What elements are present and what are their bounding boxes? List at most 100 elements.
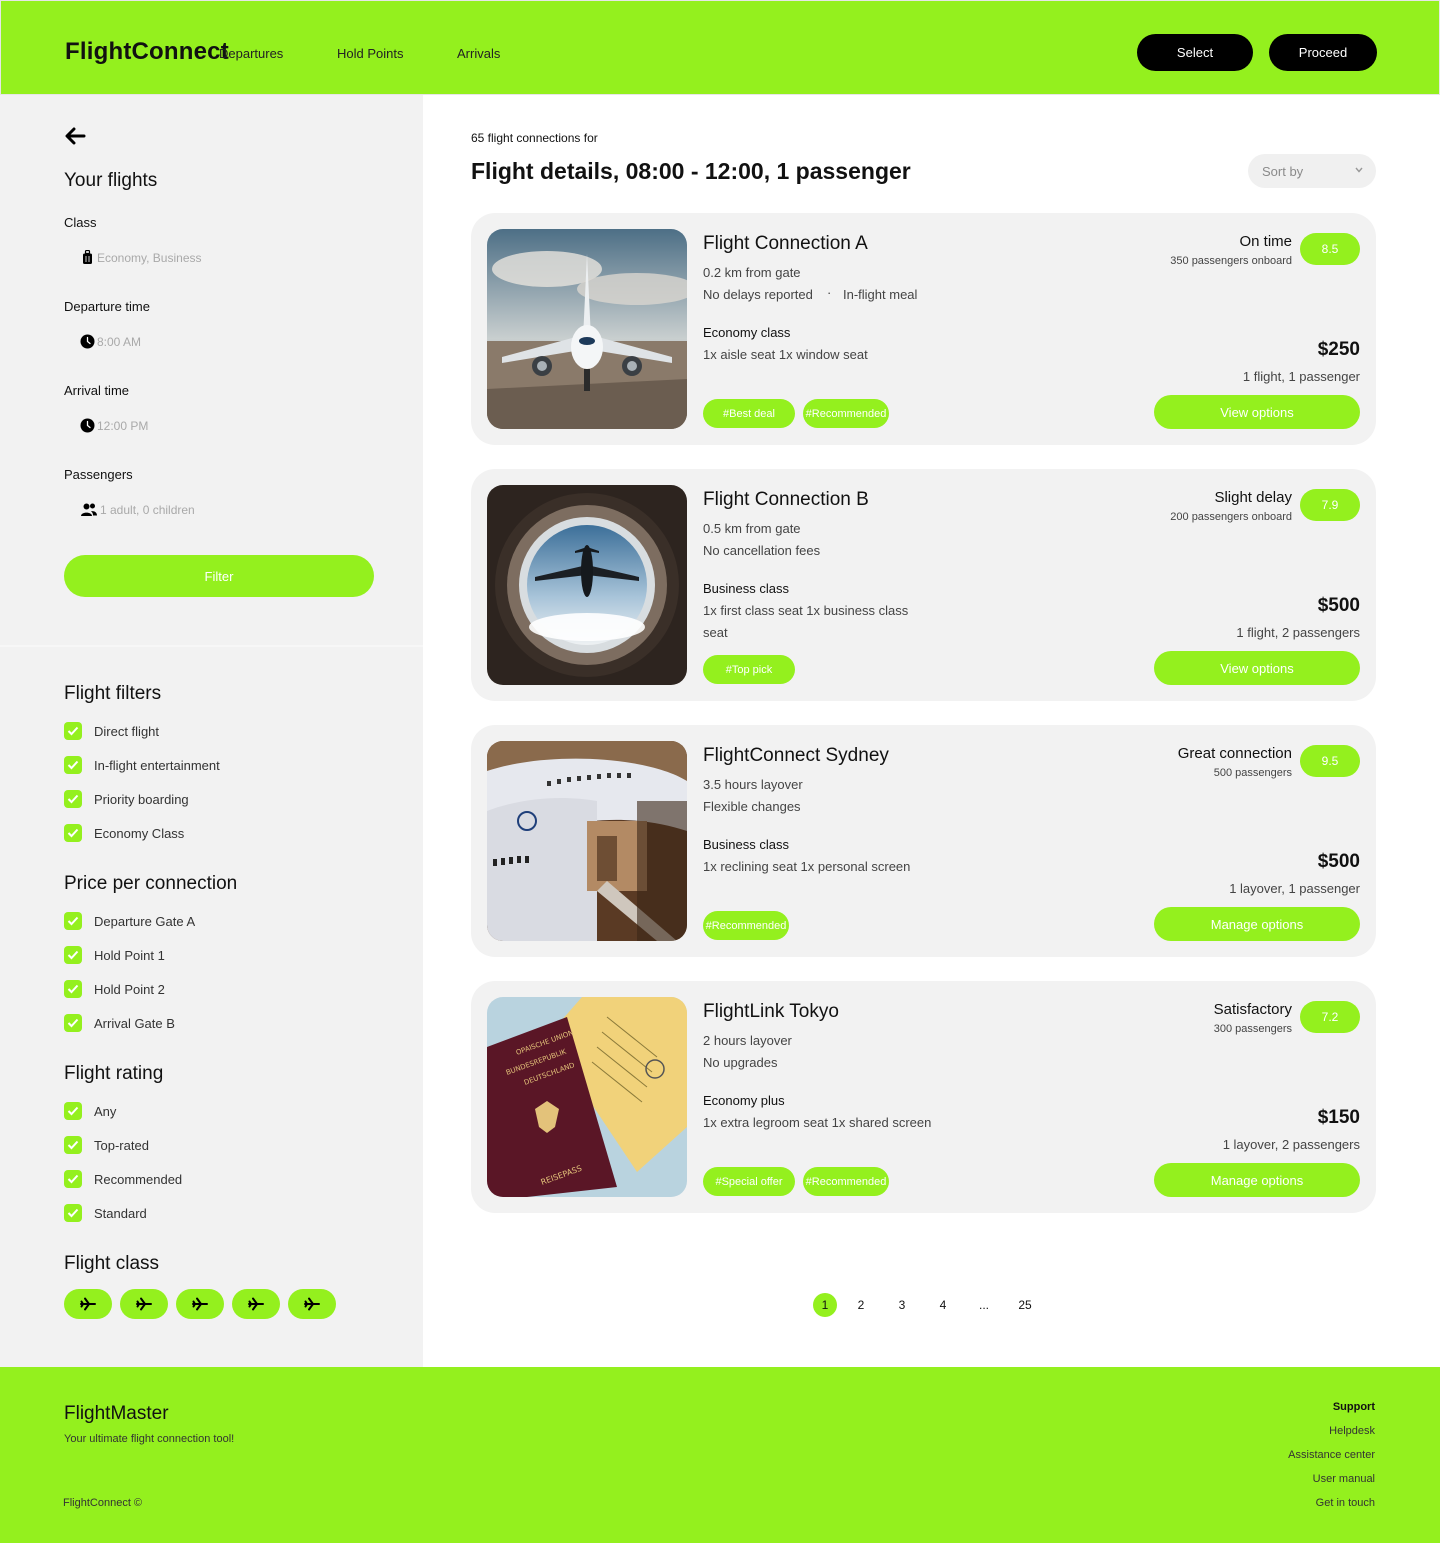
flight-card[interactable]: Flight Connection A 0.2 km from gate No … — [471, 213, 1376, 445]
tag-badge[interactable]: #Recommended — [803, 1167, 889, 1196]
footer-link-get-in-touch[interactable]: Get in touch — [1316, 1497, 1375, 1509]
flight-title[interactable]: FlightConnect Sydney — [703, 745, 889, 767]
plane-icon — [248, 1297, 264, 1311]
clock-icon — [80, 334, 95, 349]
luggage-icon — [83, 250, 92, 264]
filter-in-flight-entertainment[interactable]: In-flight entertainment — [64, 756, 220, 774]
page-4[interactable]: 4 — [931, 1293, 955, 1317]
passengers-value: 1 adult, 0 children — [100, 502, 195, 517]
class-input[interactable]: Economy, Business — [80, 250, 202, 265]
filter-hold-point-2[interactable]: Hold Point 2 — [64, 980, 165, 998]
flight-title[interactable]: Flight Connection A — [703, 233, 868, 255]
seat-description: 1x reclining seat 1x personal screen — [703, 859, 911, 874]
arrival-time-value: 12:00 PM — [97, 418, 149, 433]
price-note: 1 flight, 1 passenger — [1242, 369, 1360, 384]
seat-description: 1x first class seat 1x business class — [703, 603, 909, 618]
checkbox-checked-icon[interactable] — [64, 1136, 82, 1154]
flight-class-option-3[interactable] — [176, 1289, 224, 1319]
page-25[interactable]: 25 — [1013, 1293, 1037, 1317]
plane-icon — [136, 1297, 152, 1311]
flight-class-option-4[interactable] — [232, 1289, 280, 1319]
logo[interactable]: FlightConnect — [65, 38, 229, 66]
proceed-button[interactable]: Proceed — [1269, 34, 1377, 71]
nav-arrivals[interactable]: Arrivals — [457, 46, 500, 61]
filter-economy-class[interactable]: Economy Class — [64, 824, 184, 842]
departure-time-input[interactable]: 8:00 AM — [80, 334, 141, 349]
checkbox-checked-icon[interactable] — [64, 1014, 82, 1032]
changes-text: Flexible changes — [703, 799, 801, 814]
checkbox-checked-icon[interactable] — [64, 722, 82, 740]
checkbox-checked-icon[interactable] — [64, 912, 82, 930]
departure-time-value: 8:00 AM — [97, 334, 142, 349]
checkbox-checked-icon[interactable] — [64, 756, 82, 774]
checkbox-checked-icon[interactable] — [64, 980, 82, 998]
nav-departures[interactable]: Departures — [219, 46, 283, 61]
filter-button[interactable]: Filter — [64, 555, 374, 597]
tag-badge[interactable]: #Recommended — [703, 911, 789, 940]
delay-text: No delays reported — [703, 287, 813, 302]
flight-title[interactable]: Flight Connection B — [703, 489, 869, 511]
flight-card[interactable]: Flight Connection B 0.5 km from gate No … — [471, 469, 1376, 701]
page-3[interactable]: 3 — [890, 1293, 914, 1317]
checkbox-checked-icon[interactable] — [64, 824, 82, 842]
manage-options-button[interactable]: Manage options — [1154, 1163, 1360, 1197]
your-flights-heading: Your flights — [64, 170, 158, 191]
seat-description: 1x aisle seat 1x window seat — [703, 347, 868, 362]
rating-standard[interactable]: Standard — [64, 1204, 147, 1222]
filter-label: Hold Point 1 — [94, 947, 165, 963]
tag-badge[interactable]: #Recommended — [803, 399, 889, 428]
class-title: Economy class — [703, 325, 791, 340]
rating-label: Any — [94, 1103, 117, 1119]
view-options-button[interactable]: View options — [1154, 395, 1360, 429]
view-options-button[interactable]: View options — [1154, 651, 1360, 685]
footer-link-helpdesk[interactable]: Helpdesk — [1329, 1425, 1375, 1437]
people-icon — [81, 503, 97, 516]
arrival-time-label: Arrival time — [64, 383, 130, 398]
filter-direct-flight[interactable]: Direct flight — [64, 722, 159, 740]
filter-priority-boarding[interactable]: Priority boarding — [64, 790, 189, 808]
filter-label: Economy Class — [94, 825, 185, 841]
footer-link-user-manual[interactable]: User manual — [1313, 1473, 1375, 1485]
status-text: Satisfactory — [1213, 1001, 1292, 1018]
tag-badge[interactable]: #Best deal — [703, 399, 795, 428]
footer-link-assistance-center[interactable]: Assistance center — [1288, 1449, 1375, 1461]
filter-departure-gate-a[interactable]: Departure Gate A — [64, 912, 195, 930]
rating-top-rated[interactable]: Top-rated — [64, 1136, 149, 1154]
flight-class-option-1[interactable] — [64, 1289, 112, 1319]
rating-any[interactable]: Any — [64, 1102, 116, 1120]
flight-photo — [487, 741, 687, 941]
manage-options-button[interactable]: Manage options — [1154, 907, 1360, 941]
checkbox-checked-icon[interactable] — [64, 1102, 82, 1120]
checkbox-checked-icon[interactable] — [64, 1204, 82, 1222]
checkbox-checked-icon[interactable] — [64, 946, 82, 964]
flight-card[interactable]: OPAISCHE UNION BUNDESREPUBLIK DEUTSCHLAN… — [471, 981, 1376, 1213]
checkbox-checked-icon[interactable] — [64, 1170, 82, 1188]
top-navigation-bar: FlightConnect Departures Hold Points Arr… — [0, 0, 1440, 95]
page-2[interactable]: 2 — [849, 1293, 873, 1317]
checkbox-checked-icon[interactable] — [64, 790, 82, 808]
flight-card[interactable]: FlightConnect Sydney 3.5 hours layover F… — [471, 725, 1376, 957]
passengers-input[interactable]: 1 adult, 0 children — [80, 502, 195, 517]
select-button[interactable]: Select — [1137, 34, 1253, 71]
arrival-time-input[interactable]: 12:00 PM — [80, 418, 148, 433]
passenger-count: 350 passengers onboard — [1170, 255, 1292, 267]
tag-badge[interactable]: #Top pick — [703, 655, 795, 684]
page-1[interactable]: 1 — [813, 1293, 837, 1317]
rating-label: Top-rated — [94, 1137, 149, 1153]
filter-label: Arrival Gate B — [94, 1015, 175, 1031]
meal-text: In-flight meal — [843, 287, 918, 302]
sort-by-dropdown[interactable]: Sort by — [1248, 154, 1376, 188]
page-ellipsis: ... — [978, 1298, 989, 1312]
back-arrow-icon[interactable] — [64, 126, 86, 146]
tag-badge[interactable]: #Special offer — [703, 1167, 795, 1196]
nav-hold-points[interactable]: Hold Points — [337, 46, 403, 61]
plane-icon — [304, 1297, 320, 1311]
flight-class-option-5[interactable] — [288, 1289, 336, 1319]
flight-class-option-2[interactable] — [120, 1289, 168, 1319]
rating-recommended[interactable]: Recommended — [64, 1170, 182, 1188]
flight-title[interactable]: FlightLink Tokyo — [703, 1001, 839, 1023]
layover-text: 2 hours layover — [703, 1033, 792, 1048]
seat-description: 1x extra legroom seat 1x shared screen — [703, 1115, 932, 1130]
filter-arrival-gate-b[interactable]: Arrival Gate B — [64, 1014, 175, 1032]
filter-hold-point-1[interactable]: Hold Point 1 — [64, 946, 165, 964]
